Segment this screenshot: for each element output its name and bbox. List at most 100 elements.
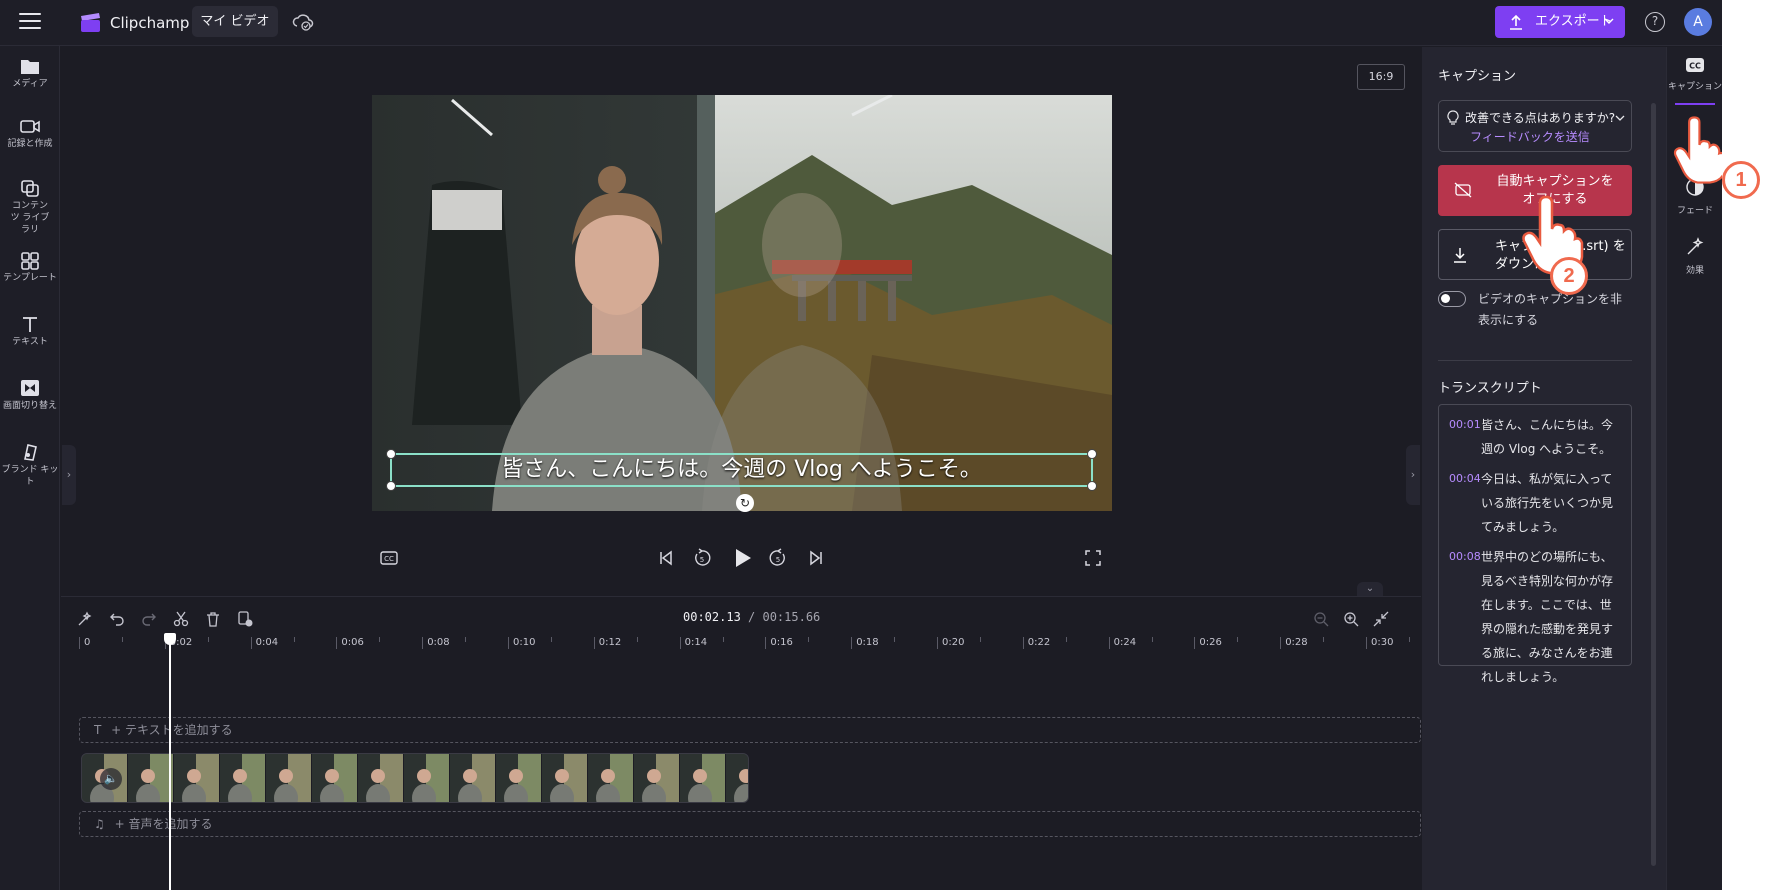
ruler-tick: 0:30 [1366, 637, 1393, 649]
tool-label: 効果 [1685, 266, 1704, 276]
sidebar-item-templates[interactable]: テンプレート [0, 250, 60, 284]
avatar[interactable]: A [1684, 8, 1712, 36]
fit-timeline-icon[interactable] [1373, 611, 1389, 627]
transcript-text[interactable]: 世界中のどの場所にも、見るべき特別な何かが存在します。ここでは、世界の隠れた感動… [1481, 545, 1623, 689]
cloud-saved-icon[interactable] [292, 12, 314, 32]
transcript-title: トランスクリプト [1438, 381, 1542, 396]
clip-thumbnail [404, 754, 450, 802]
transcript-row[interactable]: 00:01 皆さん、こんにちは。今週の Vlog へようこそ。 [1449, 413, 1623, 461]
volume-icon[interactable]: 🔈 [100, 768, 122, 790]
text-icon [23, 317, 37, 332]
folder-icon [21, 60, 39, 74]
clipchamp-logo-icon [81, 13, 100, 32]
right-panel-collapse-button[interactable]: › [1406, 445, 1420, 505]
chevron-down-icon[interactable] [1615, 114, 1625, 122]
magic-edit-icon[interactable] [77, 611, 93, 627]
step-badge-1: 1 [1722, 161, 1760, 199]
zoom-out-icon[interactable] [1313, 611, 1329, 627]
transcript-timestamp[interactable]: 00:01 [1449, 413, 1481, 437]
clip-thumbnail [312, 754, 358, 802]
hamburger-menu-icon[interactable] [19, 13, 41, 31]
transcript-text[interactable]: 皆さん、こんにちは。今週の Vlog へようこそ。 [1481, 413, 1623, 461]
ruler-tick: 0:18 [851, 637, 879, 649]
video-preview[interactable] [372, 95, 1112, 511]
left-panel-expand-button[interactable]: › [62, 445, 76, 505]
selected-indicator [1675, 103, 1715, 105]
sidebar-item-content-library[interactable]: コンテンツ ライブラリ [0, 178, 60, 236]
panel-title: キャプション [1438, 69, 1517, 84]
brand-icon [24, 444, 37, 461]
fullscreen-icon[interactable] [1085, 550, 1101, 566]
sidebar-item-text[interactable]: テキスト [0, 314, 60, 348]
split-icon[interactable] [173, 611, 189, 627]
skip-back-icon[interactable] [658, 550, 674, 566]
top-bar: Clipchamp マイ ビデオ エクスポート ? A [0, 0, 1722, 46]
aspect-ratio-button[interactable]: 16:9 [1357, 64, 1405, 90]
delete-icon[interactable] [205, 611, 221, 627]
clip-thumbnail [220, 754, 266, 802]
add-text-label: + テキストを追加する [111, 723, 233, 737]
forward-5-icon[interactable]: 5 [768, 548, 788, 568]
tool-effects[interactable]: 効果 [1667, 237, 1722, 276]
help-icon[interactable]: ? [1645, 12, 1665, 32]
ruler-minor-tick [465, 637, 467, 642]
redo-icon[interactable] [141, 611, 157, 627]
cc-icon: CC [1686, 58, 1704, 72]
transcript-timestamp[interactable]: 00:04 [1449, 467, 1481, 491]
captions-toggle-icon[interactable]: CC [380, 551, 398, 565]
ruler-tick: 0:04 [250, 637, 278, 649]
skip-forward-icon[interactable] [808, 550, 824, 566]
text-track-icon: T [94, 723, 102, 737]
sidebar-item-media[interactable]: メディア [0, 56, 60, 90]
playhead[interactable] [164, 633, 176, 890]
transcript-timestamp[interactable]: 00:08 [1449, 545, 1481, 569]
send-feedback-link[interactable]: フィードバックを送信 [1470, 128, 1590, 145]
undo-icon[interactable] [109, 611, 125, 627]
caption-text: 皆さん、こんにちは。今週の Vlog へようこそ。 [501, 457, 982, 482]
sidebar-item-label: ブランド キット [1, 465, 59, 487]
caption-selection-box[interactable]: 皆さん、こんにちは。今週の Vlog へようこそ。 [386, 449, 1097, 491]
ruler-minor-tick [1408, 637, 1410, 642]
play-icon[interactable] [734, 548, 752, 568]
rewind-5-icon[interactable]: 5 [692, 548, 712, 568]
zoom-in-icon[interactable] [1343, 611, 1359, 627]
add-text-track[interactable]: T + テキストを追加する [79, 717, 1421, 743]
transcript-text[interactable]: 今日は、私が気に入っている旅行先をいくつか見てみましょう。 [1481, 467, 1623, 539]
video-clip[interactable]: 🔈 [81, 753, 749, 803]
time-ruler[interactable]: 0 0:02 0:04 0:06 0:08 0:10 0:12 0:14 0:16 0:18 0:2… [79, 637, 1419, 657]
duplicate-icon[interactable] [237, 611, 253, 627]
export-button[interactable]: エクスポート [1495, 6, 1625, 38]
feedback-box[interactable]: 改善できる点はありますか? フィードバックを送信 [1438, 100, 1632, 152]
sidebar-item-brand-kit[interactable]: ブランド キット [0, 442, 60, 488]
panel-scrollbar[interactable] [1651, 103, 1656, 866]
transcript-list: 00:01 皆さん、こんにちは。今週の Vlog へようこそ。 00:04 今日… [1438, 404, 1632, 684]
add-audio-track[interactable]: ♫ + 音声を追加する [79, 811, 1421, 837]
clip-thumbnail [542, 754, 588, 802]
ruler-tick: 0:28 [1280, 637, 1308, 649]
sidebar-item-label: テンプレート [3, 273, 57, 283]
hand-pointer-icon [1673, 116, 1722, 184]
tool-captions[interactable]: CC キャプション [1667, 57, 1722, 92]
transition-icon [21, 380, 39, 396]
transcript-row[interactable]: 00:08 世界中のどの場所にも、見るべき特別な何かが存在します。ここでは、世界… [1449, 545, 1623, 689]
hide-captions-label: ビデオのキャプションを非表示にする [1478, 292, 1623, 327]
ruler-minor-tick [379, 637, 381, 642]
divider [1438, 360, 1632, 361]
hide-captions-toggle[interactable] [1438, 291, 1466, 307]
step-badge-2: 2 [1550, 257, 1588, 295]
ruler-minor-tick [1065, 637, 1067, 642]
sidebar-item-transitions[interactable]: 画面切り替え [0, 378, 60, 412]
ruler-tick: 0:24 [1108, 637, 1136, 649]
clip-thumbnail [128, 754, 174, 802]
upload-icon [1510, 14, 1522, 30]
video-frame-image [372, 95, 1112, 511]
ruler-minor-tick [808, 637, 810, 642]
transcript-row[interactable]: 00:04 今日は、私が気に入っている旅行先をいくつか見てみましょう。 [1449, 467, 1623, 539]
ruler-minor-tick [636, 637, 638, 642]
sidebar-item-record[interactable]: 記録と作成 [0, 116, 60, 150]
my-video-button[interactable]: マイ ビデオ [192, 6, 278, 37]
rotate-handle-icon[interactable]: ↻ [736, 494, 754, 512]
collapse-timeline-button[interactable]: ⌄ [1357, 582, 1383, 596]
lightbulb-icon [1447, 110, 1459, 125]
ruler-tick: 0:12 [593, 637, 621, 649]
